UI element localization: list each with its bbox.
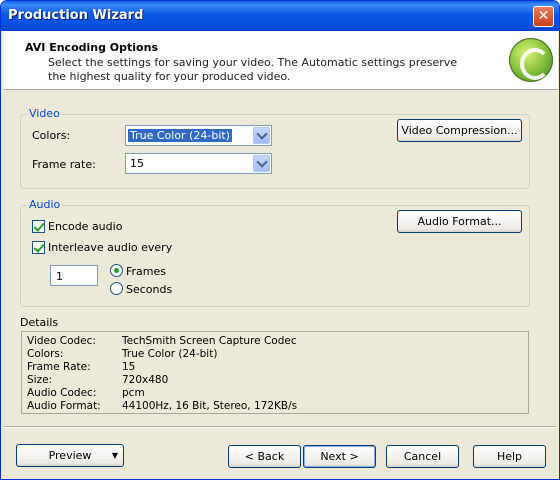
close-button[interactable]: ✕ — [533, 6, 554, 27]
page-description: Select the settings for saving your vide… — [48, 56, 458, 83]
wizard-window: Production Wizard ✕ AVI Encoding Options… — [0, 0, 560, 480]
seconds-label[interactable]: Seconds — [126, 283, 172, 296]
detail-value: 720x480 — [122, 374, 169, 386]
encode-audio-label[interactable]: Encode audio — [48, 220, 122, 233]
frames-radio[interactable] — [110, 264, 123, 277]
details-panel: Video Codec: TechSmith Screen Capture Co… — [21, 331, 529, 414]
colors-value: True Color (24-bit) — [128, 129, 232, 142]
interleave-value: 1 — [56, 270, 63, 283]
details-label: Details — [20, 316, 59, 329]
wizard-header: AVI Encoding Options Select the settings… — [4, 31, 558, 90]
preview-label: Preview — [48, 449, 92, 462]
chevron-down-icon[interactable] — [253, 127, 270, 144]
footer-divider — [4, 426, 556, 428]
detail-key: Video Codec: — [27, 335, 96, 347]
seconds-radio[interactable] — [110, 282, 123, 295]
interleave-value-input[interactable]: 1 — [50, 265, 98, 286]
interleave-audio-label[interactable]: Interleave audio every — [48, 241, 172, 254]
detail-key: Audio Format: — [27, 400, 101, 412]
camtasia-logo-icon — [509, 38, 553, 82]
detail-value: TechSmith Screen Capture Codec — [122, 335, 297, 347]
help-button[interactable]: Help — [473, 445, 546, 468]
video-compression-button[interactable]: Video Compression... — [397, 119, 522, 142]
framerate-label: Frame rate: — [32, 158, 96, 171]
colors-label: Colors: — [32, 129, 71, 142]
detail-key: Audio Codec: — [27, 387, 97, 399]
back-button[interactable]: < Back — [228, 445, 301, 468]
audio-format-button[interactable]: Audio Format... — [397, 210, 522, 233]
detail-key: Frame Rate: — [27, 361, 91, 373]
dropdown-triangle-icon: ▼ — [111, 451, 118, 460]
next-button[interactable]: Next > — [303, 445, 376, 468]
window-title: Production Wizard — [8, 8, 144, 23]
detail-value: 15 — [122, 361, 136, 373]
encode-audio-checkbox[interactable] — [32, 220, 45, 233]
chevron-down-icon[interactable] — [253, 155, 270, 172]
cancel-button[interactable]: Cancel — [386, 445, 459, 468]
detail-key: Colors: — [27, 348, 64, 360]
detail-value: True Color (24-bit) — [122, 348, 218, 360]
framerate-value: 15 — [130, 157, 144, 170]
detail-value: 44100Hz, 16 Bit, Stereo, 172KB/s — [122, 400, 298, 412]
title-bar[interactable]: Production Wizard ✕ — [1, 1, 559, 31]
preview-button[interactable]: Preview ▼ — [16, 444, 124, 467]
frames-label[interactable]: Frames — [126, 265, 166, 278]
audio-group-label: Audio — [27, 198, 63, 211]
video-group-label: Video — [27, 107, 62, 120]
detail-value: pcm — [122, 387, 145, 399]
colors-dropdown[interactable]: True Color (24-bit) — [125, 125, 272, 146]
page-title: AVI Encoding Options — [25, 41, 158, 54]
detail-key: Size: — [27, 374, 53, 386]
framerate-dropdown[interactable]: 15 — [125, 153, 272, 174]
interleave-audio-checkbox[interactable] — [32, 241, 45, 254]
